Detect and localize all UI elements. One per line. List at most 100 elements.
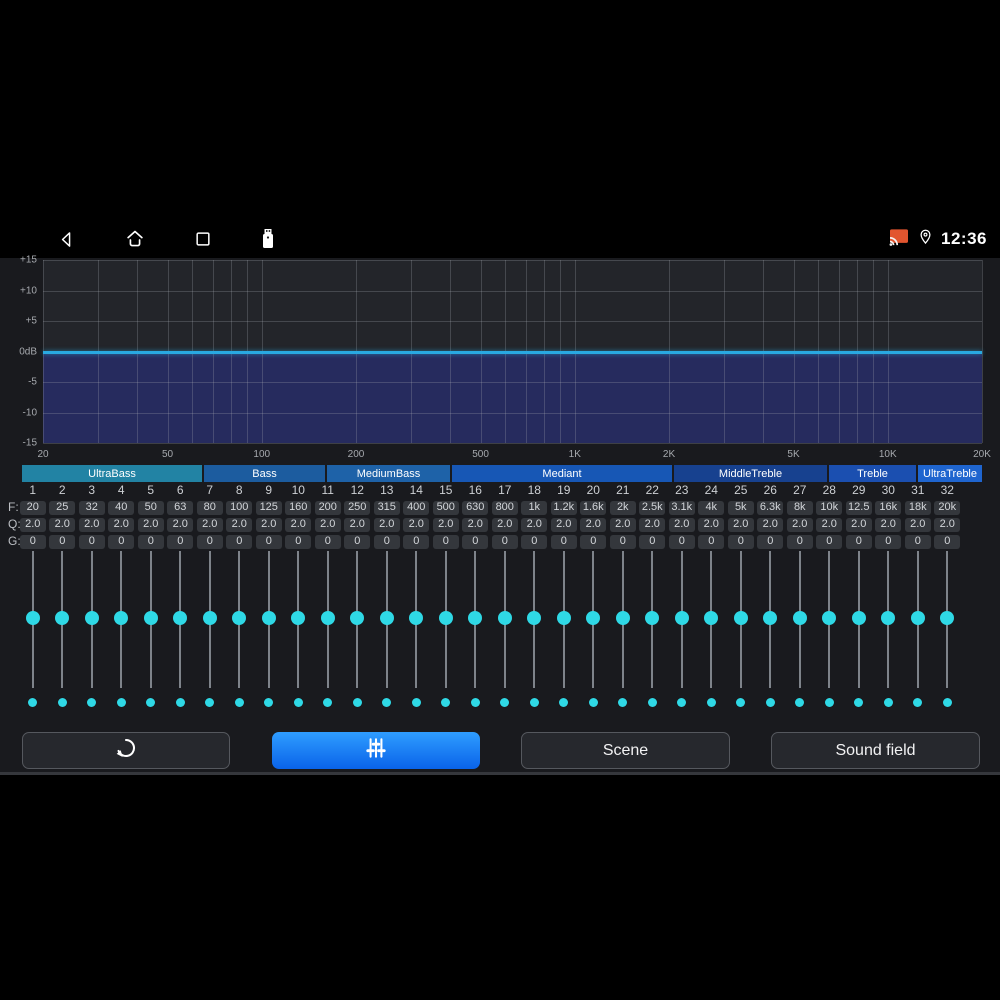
slider-knob[interactable] [822,611,837,625]
slider-knob[interactable] [763,611,778,625]
gain-slider[interactable] [431,550,461,690]
q-value-chip[interactable]: 2.0 [285,517,312,532]
gain-slider[interactable] [726,550,756,690]
freq-value-chip[interactable]: 125 [255,500,282,515]
slider-knob[interactable] [881,611,896,625]
q-value-chip[interactable]: 2.0 [698,517,725,532]
gain-value-chip[interactable]: 0 [137,534,164,549]
slider-knob[interactable] [55,611,70,625]
gain-slider[interactable] [107,550,137,690]
gain-slider[interactable] [313,550,343,690]
slider-knob[interactable] [704,611,719,625]
freq-value-chip[interactable]: 40 [108,500,135,515]
q-value-chip[interactable]: 2.0 [816,517,843,532]
slider-knob[interactable] [232,611,247,625]
gain-value-chip[interactable]: 0 [373,534,400,549]
freq-value-chip[interactable]: 500 [432,500,459,515]
slider-knob[interactable] [202,611,217,625]
q-value-chip[interactable]: 2.0 [255,517,282,532]
gain-value-chip[interactable]: 0 [432,534,459,549]
q-value-chip[interactable]: 2.0 [580,517,607,532]
gain-value-chip[interactable]: 0 [491,534,518,549]
gain-slider[interactable] [608,550,638,690]
gain-slider[interactable] [697,550,727,690]
back-icon[interactable] [56,229,77,250]
gain-slider[interactable] [18,550,48,690]
home-icon[interactable] [124,228,146,250]
gain-value-chip[interactable]: 0 [934,534,961,549]
freq-value-chip[interactable]: 12.5 [845,500,872,515]
gain-value-chip[interactable]: 0 [521,534,548,549]
slider-knob[interactable] [645,611,660,625]
q-value-chip[interactable]: 2.0 [727,517,754,532]
freq-value-chip[interactable]: 50 [137,500,164,515]
gain-slider[interactable] [372,550,402,690]
gain-slider[interactable] [667,550,697,690]
gain-slider[interactable] [874,550,904,690]
gain-value-chip[interactable]: 0 [314,534,341,549]
freq-value-chip[interactable]: 630 [462,500,489,515]
gain-slider[interactable] [284,550,314,690]
gain-slider[interactable] [77,550,107,690]
freq-value-chip[interactable]: 10k [816,500,843,515]
q-value-chip[interactable]: 2.0 [78,517,105,532]
gain-slider[interactable] [756,550,786,690]
slider-knob[interactable] [25,611,40,625]
gain-value-chip[interactable]: 0 [580,534,607,549]
freq-value-chip[interactable]: 1.2k [550,500,577,515]
gain-slider[interactable] [520,550,550,690]
slider-knob[interactable] [556,611,571,625]
gain-slider[interactable] [785,550,815,690]
slider-knob[interactable] [438,611,453,625]
slider-knob[interactable] [497,611,512,625]
freq-value-chip[interactable]: 800 [491,500,518,515]
gain-slider[interactable] [815,550,845,690]
gain-value-chip[interactable]: 0 [226,534,253,549]
slider-knob[interactable] [940,611,955,625]
slider-knob[interactable] [910,611,925,625]
slider-knob[interactable] [261,611,276,625]
q-value-chip[interactable]: 2.0 [137,517,164,532]
slider-knob[interactable] [615,611,630,625]
q-value-chip[interactable]: 2.0 [875,517,902,532]
q-value-chip[interactable]: 2.0 [934,517,961,532]
gain-value-chip[interactable]: 0 [19,534,46,549]
freq-value-chip[interactable]: 2k [609,500,636,515]
gain-slider[interactable] [343,550,373,690]
gain-slider[interactable] [933,550,963,690]
gain-slider[interactable] [166,550,196,690]
q-value-chip[interactable]: 2.0 [403,517,430,532]
q-value-chip[interactable]: 2.0 [432,517,459,532]
gain-value-chip[interactable]: 0 [344,534,371,549]
q-value-chip[interactable]: 2.0 [462,517,489,532]
slider-knob[interactable] [173,611,188,625]
freq-value-chip[interactable]: 16k [875,500,902,515]
q-value-chip[interactable]: 2.0 [609,517,636,532]
gain-slider[interactable] [549,550,579,690]
gain-slider[interactable] [402,550,432,690]
q-value-chip[interactable]: 2.0 [491,517,518,532]
gain-slider[interactable] [579,550,609,690]
gain-value-chip[interactable]: 0 [78,534,105,549]
sound-field-button[interactable]: Sound field [771,732,980,769]
q-value-chip[interactable]: 2.0 [668,517,695,532]
q-value-chip[interactable]: 2.0 [49,517,76,532]
slider-knob[interactable] [350,611,365,625]
freq-value-chip[interactable]: 200 [314,500,341,515]
gain-value-chip[interactable]: 0 [108,534,135,549]
gain-value-chip[interactable]: 0 [403,534,430,549]
q-value-chip[interactable]: 2.0 [904,517,931,532]
freq-value-chip[interactable]: 25 [49,500,76,515]
q-value-chip[interactable]: 2.0 [108,517,135,532]
gain-slider[interactable] [844,550,874,690]
slider-knob[interactable] [320,611,335,625]
gain-value-chip[interactable]: 0 [757,534,784,549]
q-value-chip[interactable]: 2.0 [167,517,194,532]
freq-value-chip[interactable]: 250 [344,500,371,515]
slider-knob[interactable] [143,611,158,625]
freq-value-chip[interactable]: 5k [727,500,754,515]
gain-value-chip[interactable]: 0 [786,534,813,549]
gain-value-chip[interactable]: 0 [255,534,282,549]
recents-icon[interactable] [193,229,213,249]
freq-value-chip[interactable]: 32 [78,500,105,515]
